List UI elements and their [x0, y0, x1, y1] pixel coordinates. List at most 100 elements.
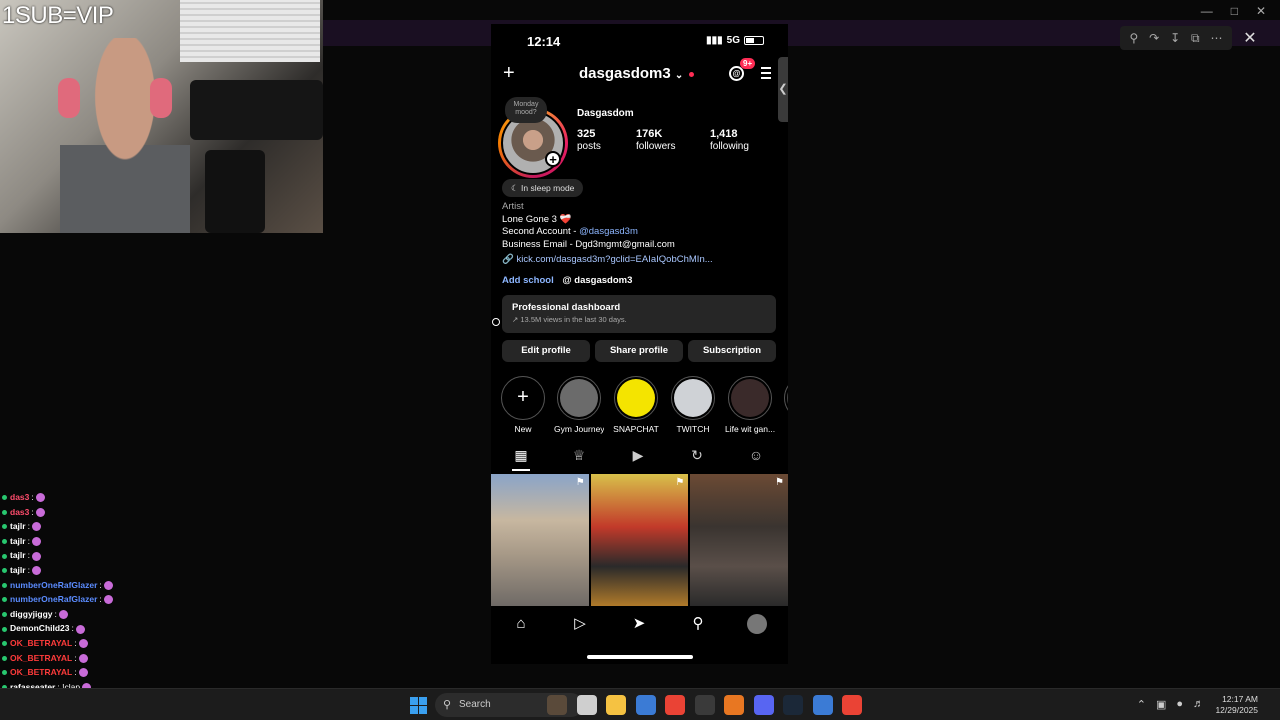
add-story-icon[interactable]: + [545, 151, 561, 167]
chat-text: : [54, 608, 57, 619]
close-window-icon[interactable]: ✕ [1256, 4, 1266, 18]
mic-icon[interactable]: ● [1176, 698, 1183, 711]
taskbar-app-icon[interactable] [665, 695, 685, 715]
chat-username[interactable]: diggyjiggy [10, 609, 53, 619]
chat-message: numberOneRafGlazer: [2, 578, 302, 593]
stat-following[interactable]: 1,418 following [710, 128, 749, 152]
threads-badge: 9+ [740, 58, 756, 69]
download-icon[interactable]: ↧ [1170, 31, 1180, 45]
chat-username[interactable]: DemonChild23 [10, 623, 70, 633]
highlight-item[interactable]: + New [498, 376, 548, 434]
close-viewer-icon[interactable]: ✕ [1238, 26, 1262, 50]
taskbar-app-icon[interactable] [842, 695, 862, 715]
bio-line-2-prefix: Second Account - [502, 226, 580, 237]
highlight-item[interactable]: Gym Journey [554, 376, 604, 434]
taskbar-app-icon[interactable] [753, 695, 774, 715]
profile-bio: Artist Lone Gone 3 ❤️‍🩹 Second Account -… [502, 201, 675, 251]
taskbar-app-icon[interactable] [606, 695, 626, 715]
chat-username[interactable]: tajlr [10, 521, 26, 531]
taskbar-clock[interactable]: 12:17 AM 12/29/2025 [1215, 694, 1258, 716]
highlight-label: SNAPCHAT [613, 424, 659, 434]
chat-username[interactable]: numberOneRafGlazer [10, 580, 97, 590]
stat-posts[interactable]: 325 posts [577, 128, 601, 152]
chat-message: diggyjiggy: [2, 607, 302, 622]
story-note-bubble[interactable]: Monday mood? [505, 97, 547, 123]
emote-icon [75, 624, 85, 634]
bio-mention-link[interactable]: @dasgasd3m [579, 226, 638, 237]
tagged-tab-icon[interactable]: ☺ [748, 447, 764, 463]
clock-date: 12/29/2025 [1215, 705, 1258, 715]
reposts-tab-icon[interactable]: ↻ [689, 447, 705, 463]
sleep-mode-pill[interactable]: ☾ In sleep mode [502, 179, 584, 197]
profile-link[interactable]: 🔗 kick.com/dasgasd3m?gclid=EAIaIQobChMIn… [502, 254, 713, 265]
direct-messages-icon[interactable]: ➤ [629, 614, 649, 634]
side-panel-tab[interactable]: ❮ [778, 57, 788, 122]
chat-username[interactable]: tajlr [10, 565, 26, 575]
redo-icon[interactable]: ↷ [1149, 31, 1159, 45]
threads-handle-link[interactable]: @ dasgasdom3 [562, 275, 632, 286]
add-school-link[interactable]: Add school [502, 275, 554, 286]
maximize-icon[interactable]: □ [1231, 4, 1238, 18]
badge-icon [2, 539, 7, 545]
chat-username[interactable]: das3 [10, 492, 29, 502]
grid-tab-icon[interactable]: ▦ [513, 447, 529, 463]
chat-username[interactable]: OK_BETRAYAL [10, 653, 72, 663]
home-icon[interactable]: ⌂ [511, 614, 531, 634]
profile-tab-avatar[interactable] [747, 614, 767, 634]
more-icon[interactable]: ⋯ [1211, 31, 1223, 45]
post-thumbnail[interactable]: ⚑ [491, 474, 589, 606]
hamburger-menu-icon[interactable] [761, 67, 771, 79]
battery-icon [744, 36, 764, 45]
badge-icon [2, 582, 7, 588]
post-thumbnail[interactable]: ⚑ [590, 474, 689, 606]
active-tab-indicator [512, 469, 530, 471]
highlight-item[interactable]: Life wit gan... [725, 376, 775, 434]
reels-tab-icon[interactable]: ▶ [630, 447, 646, 463]
zoom-icon[interactable]: ⚲ [1129, 31, 1138, 45]
chat-username[interactable]: OK_BETRAYAL [10, 638, 72, 648]
open-external-icon[interactable]: ⧉ [1191, 31, 1200, 46]
subscriptions-tab-icon[interactable]: ♕ [571, 447, 587, 463]
taskbar-app-icon[interactable] [694, 695, 715, 715]
highlight-item[interactable]: SNAPCHAT [611, 376, 661, 434]
share-profile-button[interactable]: Share profile [595, 340, 683, 362]
username-switcher[interactable]: dasgasdom3 ⌄ [579, 65, 695, 82]
chat-text: : [71, 623, 74, 634]
taskbar-app-icon[interactable] [783, 695, 803, 715]
highlight-cover [671, 376, 715, 420]
windows-start-icon[interactable] [410, 697, 427, 714]
badge-icon [2, 626, 7, 632]
subscription-button[interactable]: Subscription [688, 340, 776, 362]
chat-username[interactable]: das3 [10, 507, 29, 517]
tray-chevron-icon[interactable]: ⌃ [1137, 698, 1146, 711]
network-icon[interactable]: ▣ [1156, 698, 1166, 711]
stat-followers[interactable]: 176K followers [636, 128, 675, 152]
highlight-label: Cr [781, 424, 788, 434]
taskbar-app-icon[interactable] [635, 695, 656, 715]
post-thumbnail[interactable]: ⚑ [690, 474, 788, 606]
reels-icon[interactable]: ▷ [570, 614, 590, 634]
moon-icon: ☾ [511, 183, 519, 193]
chat-username[interactable]: numberOneRafGlazer [10, 594, 97, 604]
sleep-mode-label: In sleep mode [521, 183, 575, 193]
volume-icon[interactable]: ♬ [1193, 698, 1204, 711]
highlight-label: New [514, 424, 532, 434]
chat-username[interactable]: OK_BETRAYAL [10, 667, 72, 677]
chat-username[interactable]: tajlr [10, 550, 26, 560]
taskbar-app-icon[interactable] [812, 695, 833, 715]
chat-message: tajlr: [2, 563, 302, 578]
edit-profile-button[interactable]: Edit profile [502, 340, 590, 362]
professional-dashboard[interactable]: Professional dashboard ↗ 13.5M views in … [502, 295, 776, 333]
sub-vip-label: 1SUB=VIP [2, 2, 114, 29]
highlight-item[interactable]: TWITCH [668, 376, 718, 434]
chat-username[interactable]: tajlr [10, 536, 26, 546]
search-icon[interactable]: ⚲ [688, 614, 708, 634]
minimize-icon[interactable]: — [1201, 4, 1213, 18]
create-plus-icon[interactable]: + [503, 62, 515, 85]
taskbar-app-icon[interactable] [576, 695, 597, 715]
taskbar-app-icon[interactable] [547, 695, 567, 715]
highlight-item[interactable]: Cr [781, 376, 788, 434]
chat-text: : [31, 492, 34, 502]
taskbar-app-icon[interactable] [724, 695, 744, 715]
home-indicator[interactable] [587, 655, 693, 659]
